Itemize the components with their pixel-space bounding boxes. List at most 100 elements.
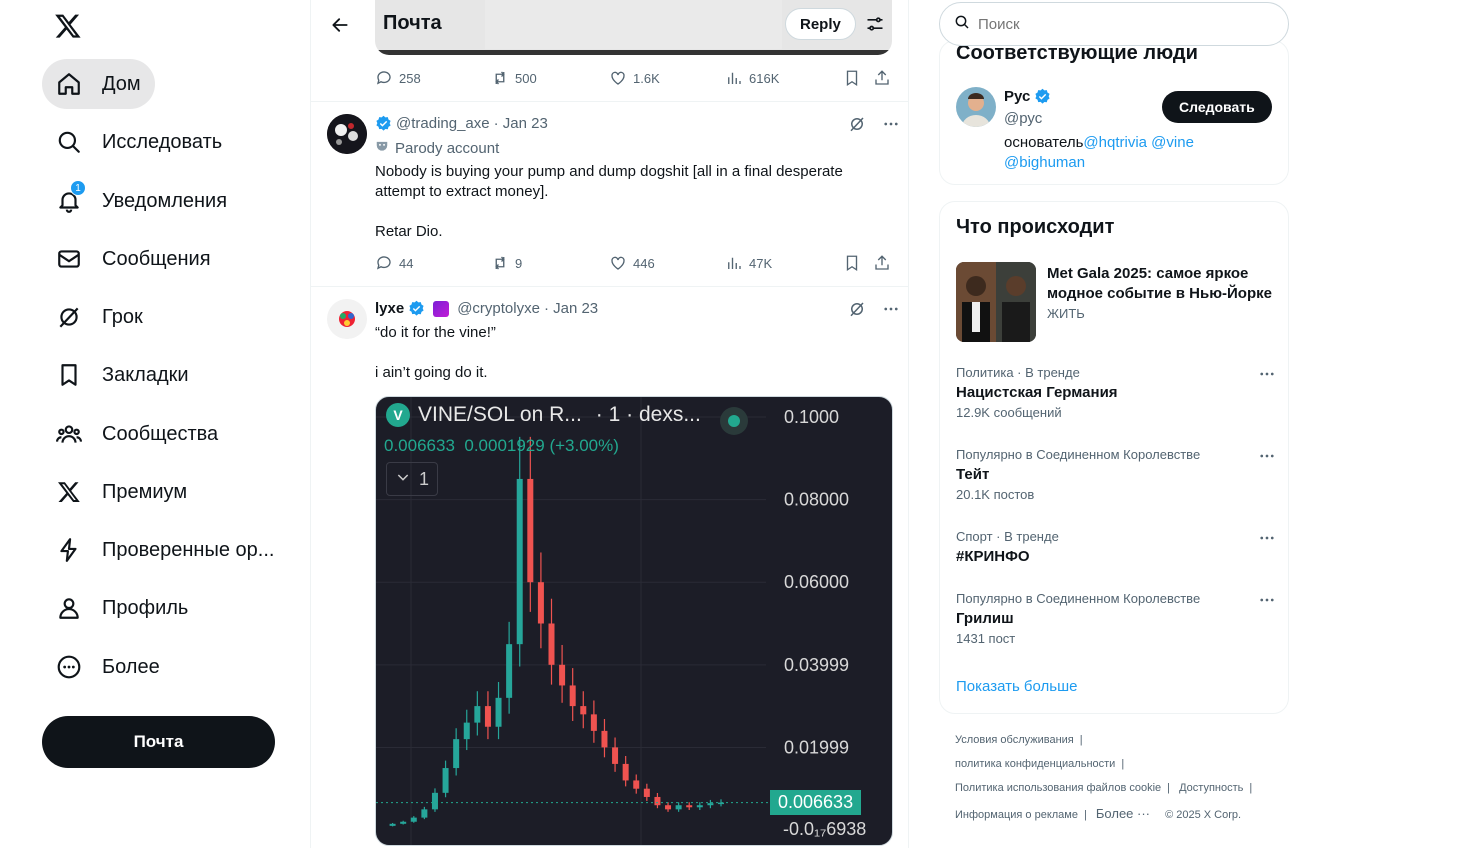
featured-trend-image[interactable] — [956, 262, 1036, 342]
tweet-author-name[interactable]: lyxe — [375, 300, 404, 317]
candle-body — [569, 685, 576, 707]
back-arrow-icon[interactable] — [325, 10, 355, 40]
bio-link[interactable]: @bighuman — [1004, 154, 1085, 171]
chart-price-line: 0.006633 0.0001929 (+3.00%) — [384, 436, 619, 455]
trend-item[interactable]: Спорт · В тренде #КРИНФО — [956, 529, 1276, 565]
nav-label: Премиум — [102, 480, 188, 503]
more-dots-icon[interactable] — [1258, 529, 1276, 552]
tweet-header-actions — [848, 115, 900, 138]
nav-profile[interactable]: Профиль — [42, 583, 202, 633]
chart-title-suffix: · 1 · dexs... — [595, 403, 701, 426]
like-action[interactable]: 1.6K — [609, 69, 660, 87]
follow-bio: основатель@hqtrivia @vine @bighuman — [1004, 134, 1194, 171]
nav-bookmarks[interactable]: Закладки — [42, 350, 203, 400]
footer-link[interactable]: Условия обслуживания — [955, 734, 1074, 746]
vine-logo-icon: V — [386, 403, 410, 427]
x-logo-icon[interactable] — [50, 8, 86, 44]
nav-messages[interactable]: Сообщения — [42, 234, 225, 284]
candle-body — [421, 809, 428, 818]
tweet-handle[interactable]: @cryptolyxe — [457, 300, 540, 317]
share-icon[interactable] — [873, 254, 891, 272]
candle-body — [548, 623, 555, 665]
footer-link[interactable]: политика конфиденциальности — [955, 758, 1115, 770]
candle-body — [453, 739, 460, 769]
more-dots-icon[interactable] — [1258, 447, 1276, 470]
featured-trend-title[interactable]: Met Gala 2025: самое яркое модное событи… — [1047, 264, 1277, 304]
nav-more[interactable]: Более — [42, 642, 174, 692]
candle-body — [431, 792, 438, 810]
bookmark-icon[interactable] — [843, 69, 861, 87]
interval-dropdown[interactable]: 1 — [386, 462, 438, 496]
filter-sliders-icon[interactable] — [863, 12, 887, 36]
y-tick-label: 0.06000 — [784, 572, 849, 592]
like-action[interactable]: 446 — [609, 254, 655, 272]
candle-body — [495, 697, 502, 727]
avatar[interactable] — [956, 87, 996, 127]
tweet-date[interactable]: · Jan 23 — [494, 115, 548, 132]
search-bar[interactable] — [939, 2, 1289, 46]
nav-home[interactable]: Дом — [42, 59, 155, 109]
footer-more-link[interactable]: Более ··· — [1096, 806, 1150, 821]
follow-handle[interactable]: @рус — [1004, 110, 1042, 127]
nav-grok[interactable]: Грок — [42, 292, 157, 342]
tweet-handle[interactable]: @trading_axe — [396, 115, 490, 132]
communities-icon — [56, 421, 82, 447]
footer-link[interactable]: Доступность — [1179, 782, 1243, 794]
more-dots-icon[interactable] — [1258, 365, 1276, 388]
views-action[interactable]: 616K — [725, 69, 779, 87]
more-dots-icon[interactable] — [1258, 591, 1276, 614]
candle-body — [389, 823, 396, 826]
nav-notifications[interactable]: 1 Уведомления — [42, 176, 241, 226]
show-more-link[interactable]: Показать больше — [956, 678, 1077, 695]
verified-badge-icon — [408, 300, 425, 317]
nav-verified-orgs[interactable]: Проверенные ор... — [42, 525, 288, 575]
trend-item[interactable]: Популярно в Соединенном Королевстве Тейт… — [956, 447, 1276, 502]
reply-button[interactable]: Reply — [785, 8, 856, 40]
follow-name[interactable]: Рус — [1004, 88, 1030, 105]
footer-link[interactable]: Информация о рекламе — [955, 809, 1078, 821]
lightning-icon — [56, 537, 82, 563]
nav-premium[interactable]: Премиум — [42, 467, 201, 517]
nav-explore[interactable]: Исследовать — [42, 117, 236, 167]
avatar[interactable] — [327, 299, 367, 339]
trend-item[interactable]: Политика · В тренде Нацистская Германия … — [956, 365, 1276, 420]
share-icon[interactable] — [873, 69, 891, 87]
candle-body — [696, 805, 703, 808]
more-dots-icon[interactable] — [882, 300, 900, 323]
avatar[interactable] — [327, 114, 367, 154]
nav-label: Профиль — [102, 596, 189, 619]
candle-body — [622, 763, 629, 781]
grok-icon[interactable] — [848, 300, 866, 323]
affiliate-badge-icon — [433, 300, 450, 317]
chart-image[interactable]: 0.1000 0.08000 0.06000 0.03999 0.01999 V VIN… — [375, 396, 893, 846]
left-navigation: Дом Исследовать 1 Уведомления Сообщения … — [0, 0, 310, 848]
bio-link[interactable]: @vine — [1151, 134, 1194, 151]
grok-icon[interactable] — [848, 115, 866, 138]
candle-body — [516, 478, 523, 645]
nav-label: Сообщества — [102, 422, 219, 445]
tweet-actions: 44 9 446 47K — [375, 254, 895, 274]
who-to-follow-box: Соответствующие люди Рус @рус Следовать … — [939, 40, 1289, 185]
follow-button[interactable]: Следовать — [1162, 91, 1272, 123]
footer-link[interactable]: Политика использования файлов cookie — [955, 782, 1161, 794]
tweet[interactable]: @trading_axe · Jan 23 Parody account Nob… — [311, 102, 908, 286]
trend-item[interactable]: Популярно в Соединенном Королевстве Грил… — [956, 591, 1276, 646]
candle-body — [675, 805, 682, 810]
reply-action[interactable]: 44 — [375, 254, 413, 272]
trending-title: Что происходит — [956, 216, 1115, 238]
repost-action[interactable]: 9 — [491, 254, 522, 272]
views-action[interactable]: 47K — [725, 254, 772, 272]
tweet-date[interactable]: · Jan 23 — [544, 300, 598, 317]
more-dots-icon[interactable] — [882, 115, 900, 138]
post-button[interactable]: Почта — [42, 716, 275, 768]
repost-action[interactable]: 500 — [491, 69, 537, 87]
candle-body — [665, 805, 672, 810]
bookmark-icon[interactable] — [843, 254, 861, 272]
tweet-text: Nobody is buying your pump and dump dogs… — [375, 163, 843, 240]
nav-communities[interactable]: Сообщества — [42, 409, 232, 459]
notification-badge: 1 — [70, 180, 86, 196]
footer-copyright: © 2025 X Corp. — [1165, 809, 1242, 821]
reply-action[interactable]: 258 — [375, 69, 421, 87]
bio-link[interactable]: @hqtrivia — [1083, 134, 1147, 151]
search-input[interactable] — [978, 15, 1258, 33]
